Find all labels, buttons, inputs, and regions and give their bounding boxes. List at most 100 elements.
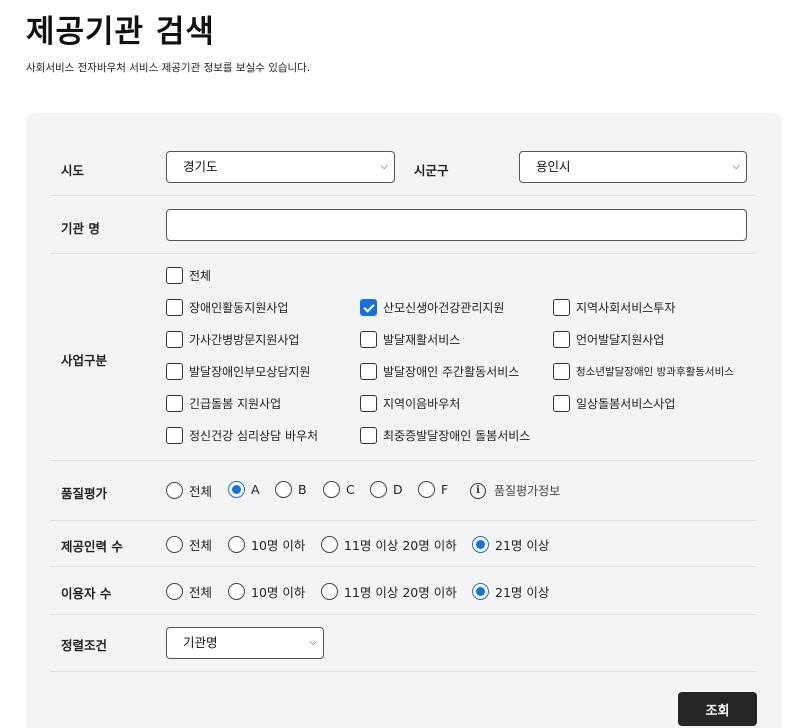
quality-info-link[interactable]: i 품질평가정보	[470, 482, 560, 499]
quality-info-label: 품질평가정보	[494, 484, 561, 498]
checkbox-box[interactable]	[166, 363, 183, 380]
page-subtitle: 사회서비스 전자바우처 서비스 제공기관 정보를 보실수 있습니다.	[26, 62, 311, 74]
checkbox-parent-counseling[interactable]: 발달장애인부모상담지원	[166, 363, 310, 380]
radio-user-all[interactable]: 전체	[166, 582, 212, 601]
checkbox-daily-care[interactable]: 일상돌봄서비스사업	[553, 395, 675, 412]
checkbox-box[interactable]	[166, 267, 183, 284]
checkbox-community-service[interactable]: 지역사회서비스투자	[553, 299, 675, 316]
checkbox-severe-disability-care[interactable]: 최중증발달장애인 돌봄서비스	[360, 427, 530, 444]
radio-label: 전체	[189, 538, 213, 553]
org-name-input[interactable]	[166, 209, 747, 241]
radio-quality-f[interactable]: F	[418, 481, 448, 498]
sort-select-value: 기관명	[183, 635, 218, 650]
radio-label: F	[441, 482, 449, 497]
sido-select-value: 경기도	[183, 159, 218, 174]
checkbox-box[interactable]	[360, 331, 377, 348]
checkbox-home-care-visit[interactable]: 가사간병방문지원사업	[166, 331, 299, 348]
radio-staff-11-20[interactable]: 11명 이상 20명 이하	[321, 535, 457, 554]
quality-row: 품질평가 전체 A B C D F i 품질평가정보	[50, 461, 756, 521]
radio-dot[interactable]	[321, 536, 338, 553]
radio-dot[interactable]	[228, 583, 245, 600]
checkbox-box[interactable]	[360, 363, 377, 380]
checkbox-box[interactable]	[553, 299, 570, 316]
staff-count-row: 제공인력 수 전체 10명 이하 11명 이상 20명 이하 21명 이상	[50, 521, 756, 567]
sigungu-label: 시군구	[414, 163, 449, 178]
radio-quality-c[interactable]: C	[323, 481, 355, 498]
radio-dot[interactable]	[370, 481, 387, 498]
radio-dot[interactable]	[472, 583, 489, 600]
checkbox-label: 발달장애인 주간활동서비스	[383, 365, 520, 379]
radio-label: D	[393, 482, 403, 497]
checkbox-box[interactable]	[553, 331, 570, 348]
radio-staff-all[interactable]: 전체	[166, 535, 212, 554]
page-title: 제공기관 검색	[26, 14, 215, 50]
checkbox-box[interactable]	[553, 395, 570, 412]
org-name-label: 기관 명	[61, 221, 100, 236]
radio-quality-all[interactable]: 전체	[166, 481, 212, 500]
radio-user-11-20[interactable]: 11명 이상 20명 이하	[321, 582, 457, 601]
radio-quality-d[interactable]: D	[370, 481, 403, 498]
staff-count-label: 제공인력 수	[61, 539, 123, 554]
sigungu-select-value: 용인시	[536, 159, 571, 174]
quality-label: 품질평가	[61, 486, 108, 501]
user-count-row: 이용자 수 전체 10명 이하 11명 이상 20명 이하 21명 이상	[50, 567, 756, 615]
checkbox-box[interactable]	[166, 331, 183, 348]
checkbox-box[interactable]	[360, 395, 377, 412]
radio-dot[interactable]	[418, 481, 435, 498]
sido-label: 시도	[61, 163, 85, 178]
sido-select[interactable]: 경기도 ⌵	[166, 151, 395, 183]
checkbox-box[interactable]	[360, 299, 377, 316]
search-button[interactable]: 조회	[678, 692, 757, 726]
checkbox-label: 전체	[189, 269, 212, 283]
checkbox-label: 산모신생아건강관리지원	[383, 301, 505, 315]
radio-user-over-21[interactable]: 21명 이상	[472, 582, 549, 601]
checkbox-mental-health[interactable]: 정신건강 심리상담 바우처	[166, 427, 318, 444]
radio-label: 11명 이상 20명 이하	[344, 585, 457, 600]
sort-label: 정렬조건	[61, 638, 108, 653]
radio-user-under-10[interactable]: 10명 이하	[228, 582, 305, 601]
chevron-down-icon: ⌵	[309, 637, 317, 648]
radio-label: 10명 이하	[251, 538, 306, 553]
chevron-down-icon: ⌵	[732, 161, 740, 172]
checkbox-label: 장애인활동지원사업	[189, 301, 289, 315]
checkbox-label: 정신건강 심리상담 바우처	[189, 429, 319, 443]
checkbox-box[interactable]	[166, 299, 183, 316]
checkbox-after-school[interactable]: 청소년발달장애인 방과후활동서비스	[553, 363, 734, 380]
radio-dot[interactable]	[321, 583, 338, 600]
radio-dot[interactable]	[323, 481, 340, 498]
checkbox-box[interactable]	[360, 427, 377, 444]
checkbox-day-activity[interactable]: 발달장애인 주간활동서비스	[360, 363, 519, 380]
info-icon: i	[470, 482, 486, 499]
checkbox-language-development[interactable]: 언어발달지원사업	[553, 331, 664, 348]
checkbox-box[interactable]	[553, 363, 570, 380]
business-type-row: 사업구분 전체 장애인활동지원사업 산모신생아건강관리지원 지역사회서비스투자 …	[50, 254, 756, 461]
checkbox-regional-voucher[interactable]: 지역이음바우처	[360, 395, 460, 412]
sigungu-select[interactable]: 용인시 ⌵	[519, 151, 747, 183]
radio-dot[interactable]	[228, 536, 245, 553]
checkbox-all[interactable]: 전체	[166, 267, 211, 284]
region-row: 시도 경기도 ⌵ 시군구 용인시 ⌵	[50, 138, 756, 196]
checkbox-maternal-newborn[interactable]: 산모신생아건강관리지원	[360, 299, 504, 316]
radio-dot[interactable]	[228, 481, 245, 498]
radio-dot[interactable]	[166, 536, 183, 553]
checkbox-label: 발달장애인부모상담지원	[189, 365, 311, 379]
radio-dot[interactable]	[166, 482, 183, 499]
checkbox-box[interactable]	[166, 395, 183, 412]
sort-select[interactable]: 기관명 ⌵	[166, 627, 324, 659]
radio-label: B	[298, 482, 307, 497]
radio-quality-a[interactable]: A	[228, 481, 260, 498]
radio-dot[interactable]	[275, 481, 292, 498]
checkbox-box[interactable]	[166, 427, 183, 444]
checkbox-label: 청소년발달장애인 방과후활동서비스	[576, 366, 734, 378]
radio-dot[interactable]	[472, 536, 489, 553]
radio-dot[interactable]	[166, 583, 183, 600]
checkbox-label: 지역사회서비스투자	[576, 301, 676, 315]
checkbox-developmental-rehab[interactable]: 발달재활서비스	[360, 331, 460, 348]
chevron-down-icon: ⌵	[380, 161, 388, 172]
radio-quality-b[interactable]: B	[275, 481, 307, 498]
checkbox-disability-activity[interactable]: 장애인활동지원사업	[166, 299, 288, 316]
radio-staff-over-21[interactable]: 21명 이상	[472, 535, 549, 554]
user-count-label: 이용자 수	[61, 586, 112, 601]
checkbox-emergency-care[interactable]: 긴급돌봄 지원사업	[166, 395, 281, 412]
radio-staff-under-10[interactable]: 10명 이하	[228, 535, 305, 554]
